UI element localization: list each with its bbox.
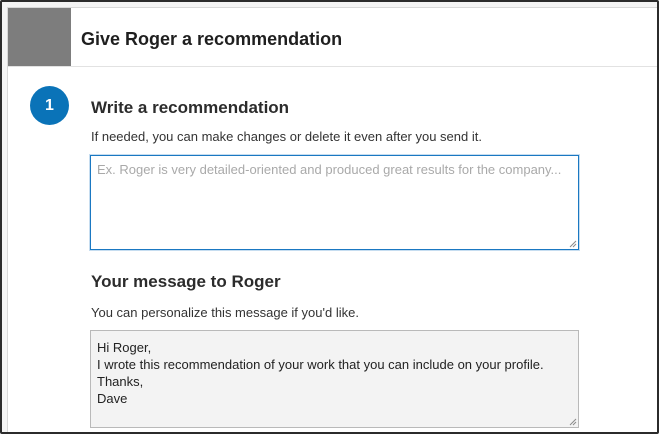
step-number-badge: 1 — [30, 86, 69, 125]
recommendation-helper-text: If needed, you can make changes or delet… — [91, 129, 482, 144]
message-textarea[interactable]: Hi Roger, I wrote this recommendation of… — [90, 330, 579, 428]
avatar — [8, 8, 71, 66]
window-frame: Give Roger a recommendation 1 Write a re… — [0, 0, 659, 434]
dialog-header: Give Roger a recommendation — [8, 8, 657, 67]
dialog-title: Give Roger a recommendation — [81, 29, 343, 49]
message-heading: Your message to Roger — [91, 272, 281, 291]
recommendation-textarea[interactable] — [90, 155, 579, 250]
recommendation-dialog: Give Roger a recommendation 1 Write a re… — [7, 7, 657, 432]
recommendation-heading: Write a recommendation — [91, 98, 290, 117]
message-helper-text: You can personalize this message if you'… — [91, 305, 359, 320]
